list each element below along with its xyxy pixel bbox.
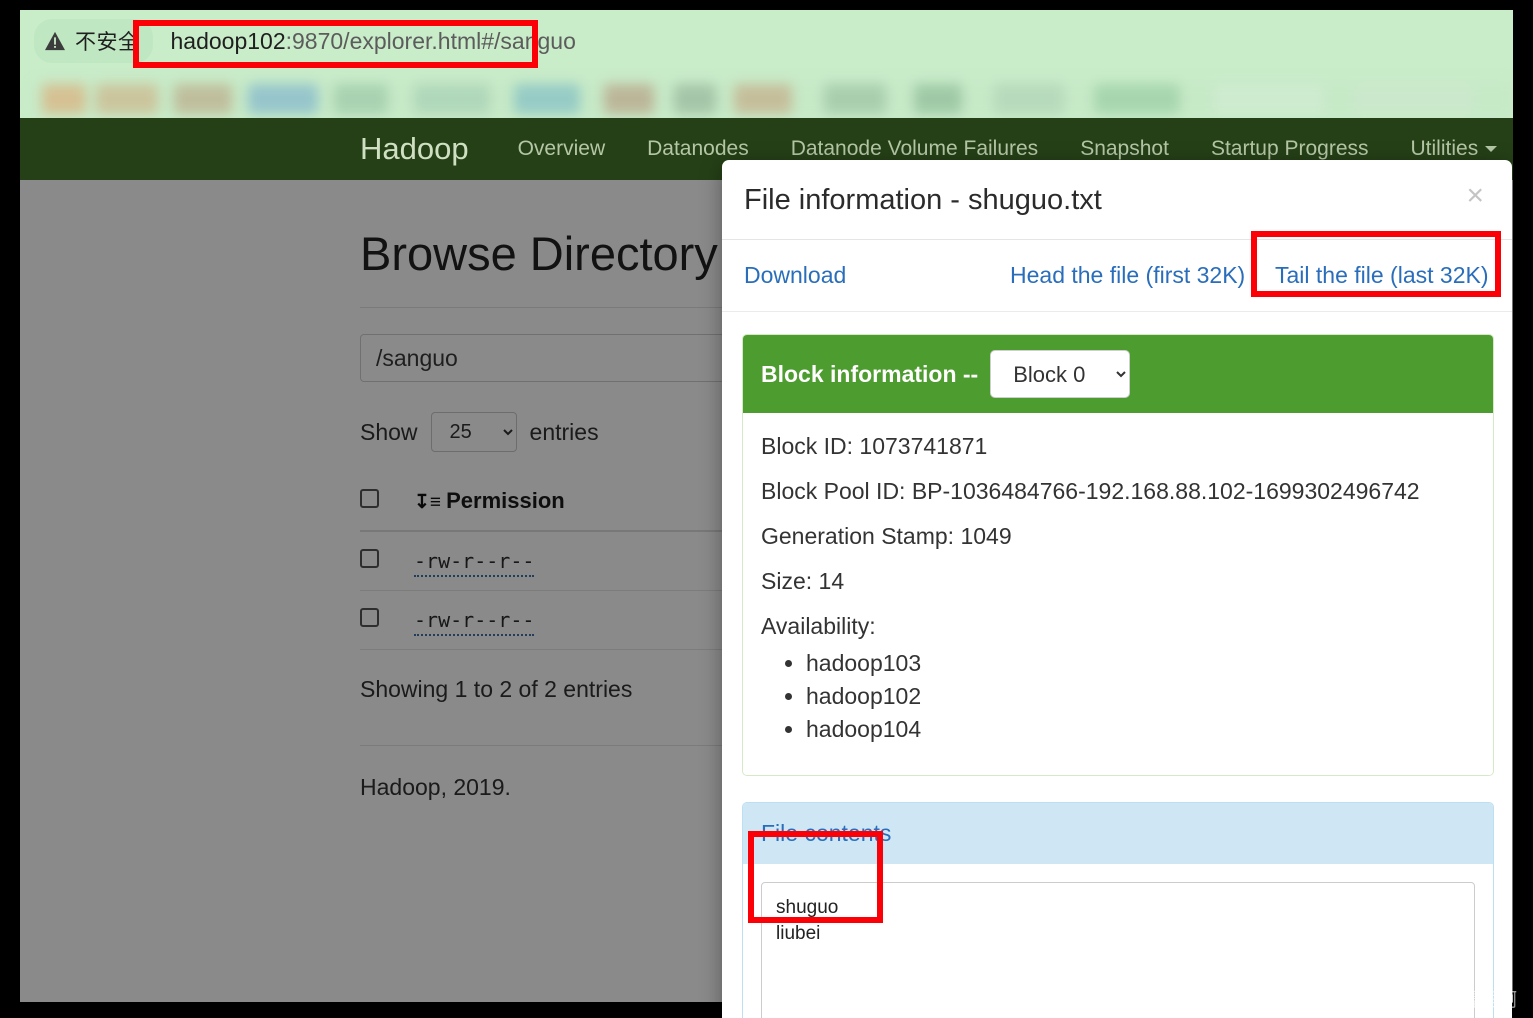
omnibox-row: 不安全 hadoop102:9870/explorer.html#/sanguo bbox=[20, 10, 1513, 72]
file-contents-label: File contents bbox=[761, 820, 892, 846]
block-pool-id: Block Pool ID: BP-1036484766-192.168.88.… bbox=[761, 478, 1420, 504]
availability-label: Availability: bbox=[761, 613, 876, 639]
block-information-header: Block information -- Block 0 bbox=[743, 335, 1493, 413]
nav-link-datanode-volume-failures[interactable]: Datanode Volume Failures bbox=[770, 137, 1059, 161]
block-select[interactable]: Block 0 bbox=[990, 350, 1131, 398]
file-information-modal: File information - shuguo.txt × Download… bbox=[722, 160, 1512, 1018]
screenshot-root: 不安全 hadoop102:9870/explorer.html#/sanguo bbox=[0, 0, 1533, 1018]
block-size: Size: 14 bbox=[761, 568, 845, 594]
warning-triangle-icon bbox=[45, 31, 65, 51]
csdn-watermark: CSDN @冰糖雪狸啊 bbox=[1342, 989, 1517, 1011]
security-label: 不安全 bbox=[75, 30, 140, 54]
nav-link-overview[interactable]: Overview bbox=[497, 137, 627, 161]
block-information-panel: Block information -- Block 0 Block ID: 1… bbox=[742, 334, 1494, 776]
nav-link-datanodes[interactable]: Datanodes bbox=[626, 137, 770, 161]
list-item: hadoop103 bbox=[806, 650, 1475, 677]
navbar-brand[interactable]: Hadoop bbox=[360, 131, 469, 167]
security-chip[interactable]: 不安全 bbox=[34, 19, 153, 63]
block-information-body: Block ID: 1073741871 Block Pool ID: BP-1… bbox=[743, 413, 1493, 775]
url-path: :9870/explorer.html#/sanguo bbox=[285, 27, 576, 54]
nav-link-startup-progress[interactable]: Startup Progress bbox=[1190, 137, 1390, 161]
list-item: hadoop104 bbox=[806, 716, 1475, 743]
download-link[interactable]: Download bbox=[744, 262, 846, 289]
nav-link-utilities[interactable]: Utilities bbox=[1390, 137, 1513, 161]
chevron-down-icon bbox=[1485, 146, 1498, 153]
availability-list: hadoop103 hadoop102 hadoop104 bbox=[761, 650, 1475, 743]
bookmarks-bar[interactable] bbox=[34, 82, 1513, 116]
tail-the-file-link[interactable]: Tail the file (last 32K) bbox=[1275, 262, 1488, 289]
nav-link-utilities-label: Utilities bbox=[1410, 137, 1479, 160]
nav-link-snapshot[interactable]: Snapshot bbox=[1059, 137, 1190, 161]
modal-action-links: Download Head the file (first 32K) Tail … bbox=[722, 240, 1512, 312]
modal-header: File information - shuguo.txt × bbox=[722, 160, 1512, 240]
block-information-label: Block information -- bbox=[761, 360, 979, 387]
head-the-file-link[interactable]: Head the file (first 32K) bbox=[1010, 262, 1245, 289]
modal-title: File information - shuguo.txt bbox=[744, 184, 1102, 216]
block-id: Block ID: 1073741871 bbox=[761, 433, 988, 459]
close-icon[interactable]: × bbox=[1460, 180, 1490, 212]
file-contents-header: File contents bbox=[743, 803, 1493, 864]
browser-chrome: 不安全 hadoop102:9870/explorer.html#/sanguo bbox=[20, 10, 1513, 120]
url-bar[interactable]: hadoop102:9870/explorer.html#/sanguo bbox=[163, 24, 1514, 59]
generation-stamp: Generation Stamp: 1049 bbox=[761, 523, 1012, 549]
url-host: hadoop102 bbox=[170, 27, 286, 54]
list-item: hadoop102 bbox=[806, 683, 1475, 710]
navbar-links: Overview Datanodes Datanode Volume Failu… bbox=[497, 137, 1513, 161]
url-text: hadoop102:9870/explorer.html#/sanguo bbox=[163, 24, 584, 59]
